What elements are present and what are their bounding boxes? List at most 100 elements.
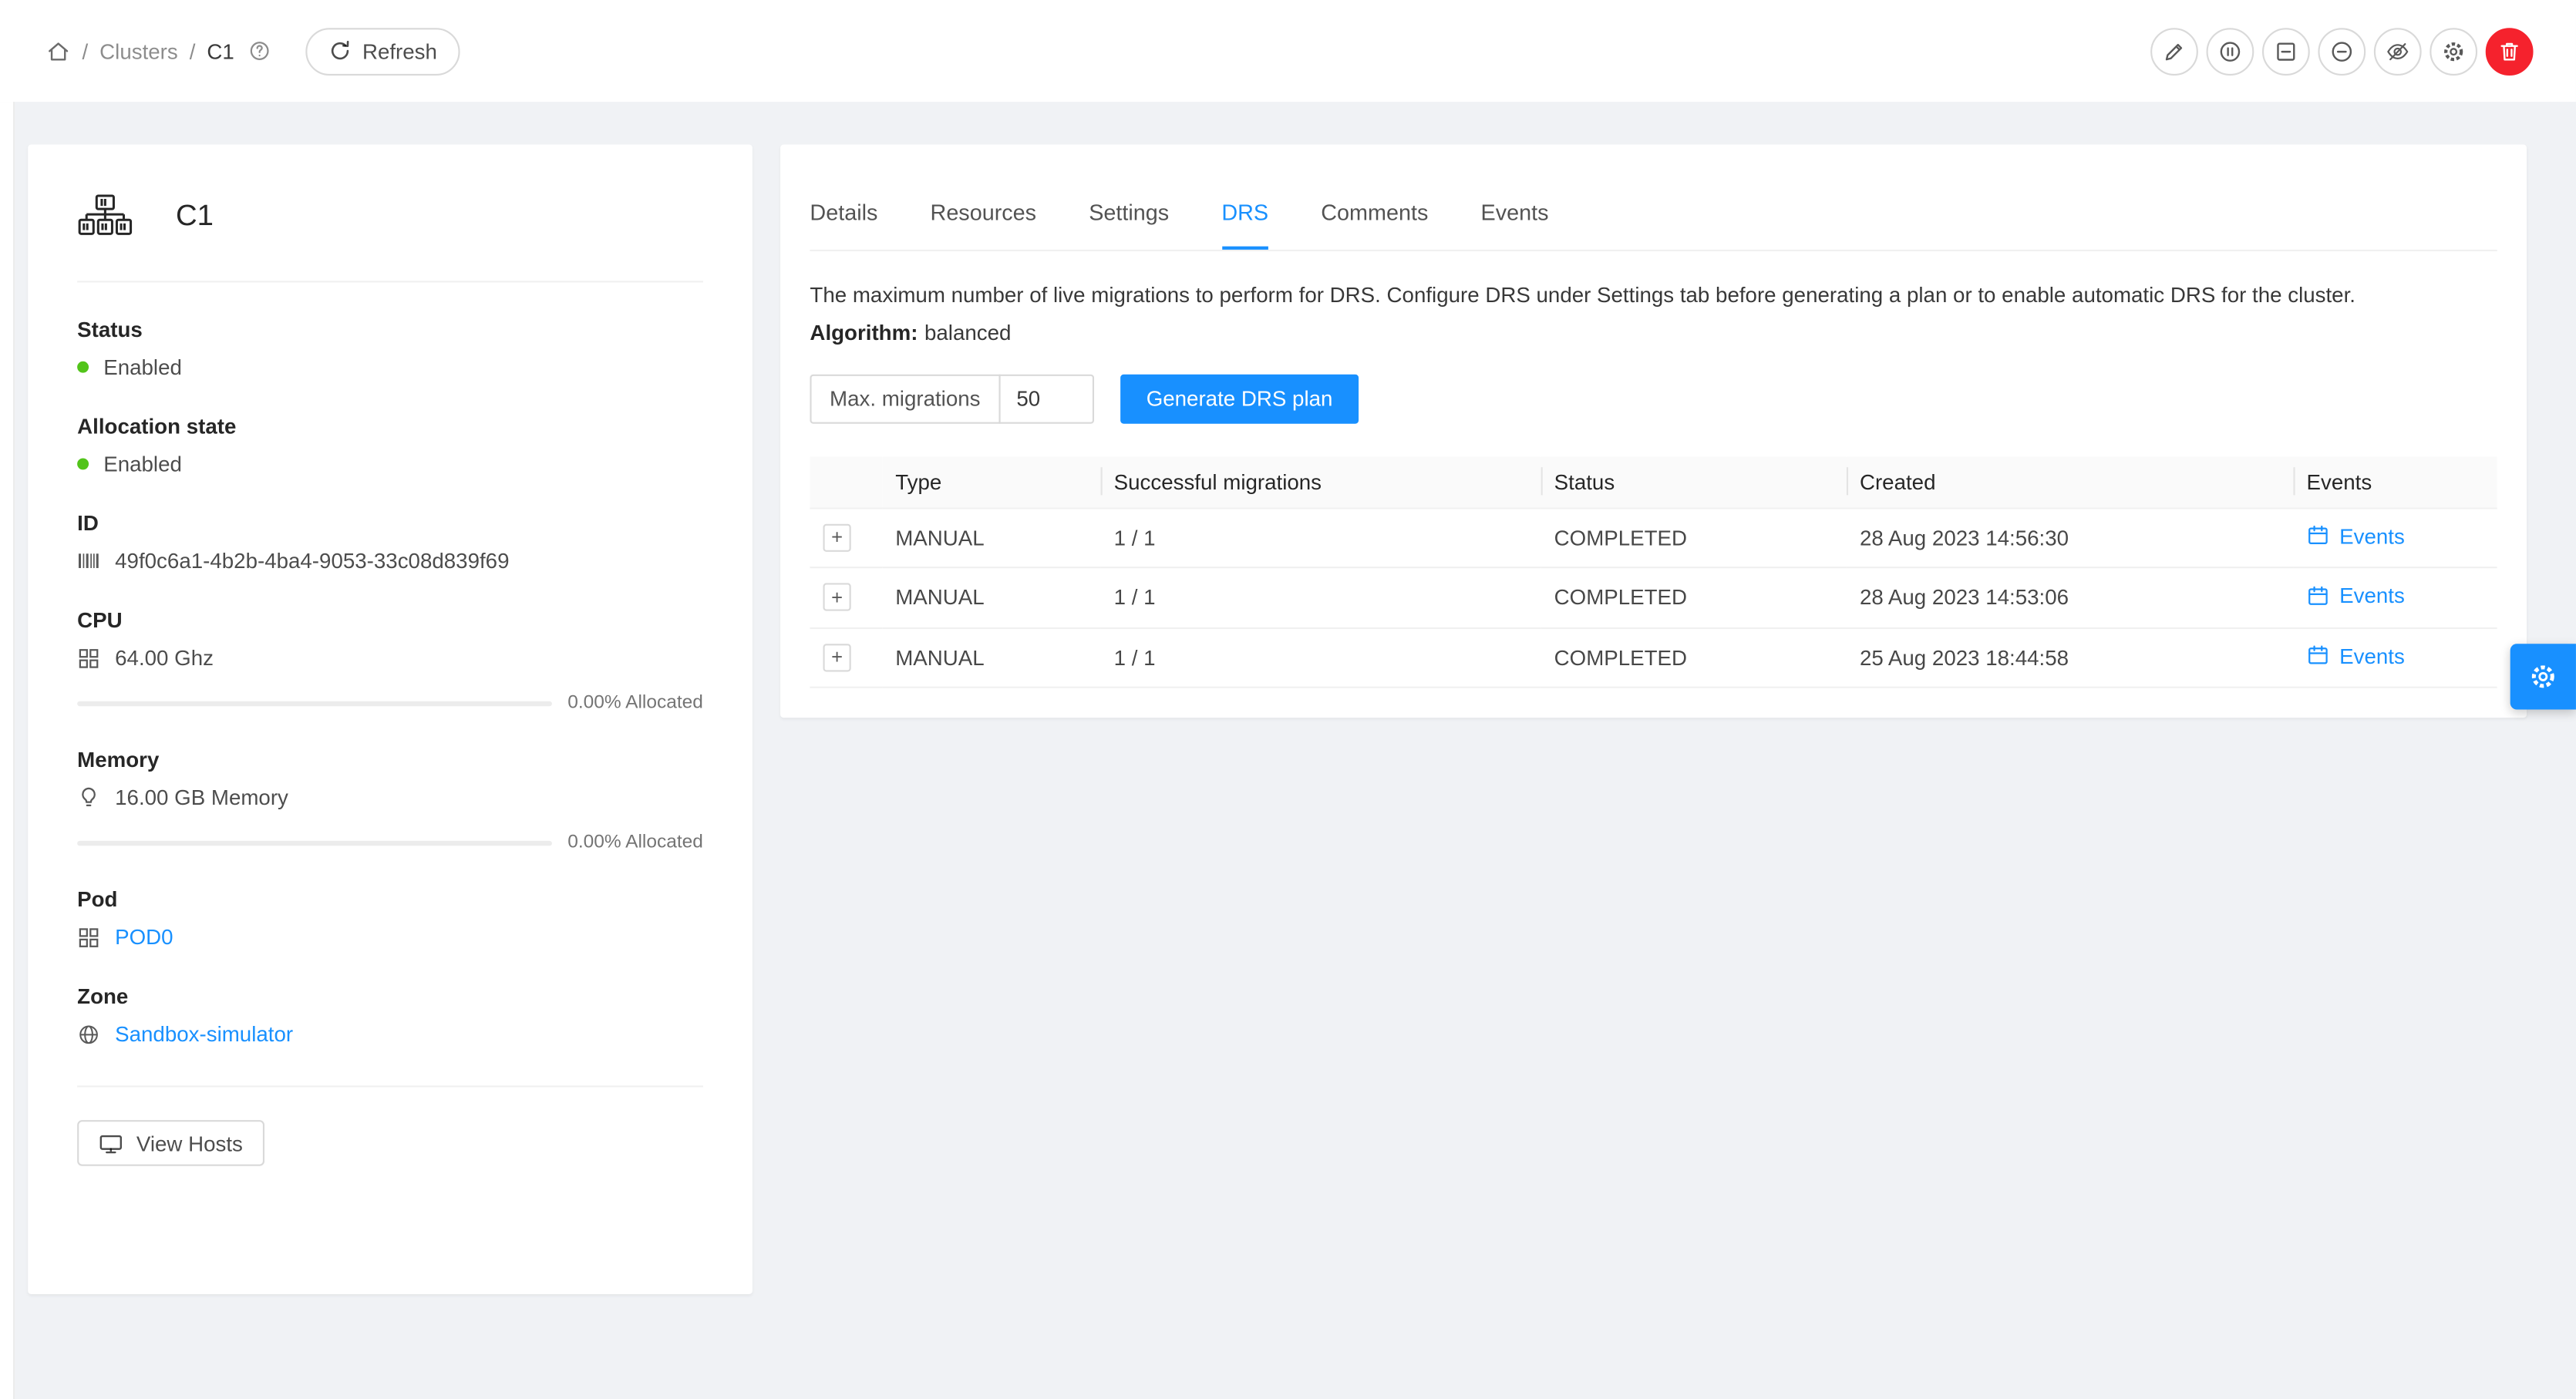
row-events-link[interactable]: Events [2307,523,2405,548]
header-successful-migrations: Successful migrations [1101,456,1541,507]
home-icon[interactable] [46,39,71,63]
id-label: ID [77,511,703,536]
cpu-allocated-label: 0.00% Allocated [567,693,703,713]
field-id: ID 49f0c6a1-4b2b-4ba4-9053-33c08d839f69 [77,511,703,573]
reload-icon [328,39,351,62]
tab-details[interactable]: Details [810,200,877,250]
cell-migrations: 1 / 1 [1101,567,1541,627]
detail-card: Details Resources Settings DRS Comments … [780,145,2527,718]
expand-row-button[interactable]: + [823,583,850,611]
header-type: Type [882,456,1100,507]
disable-cluster-button[interactable] [2318,27,2366,75]
header-actions [2150,27,2533,75]
desktop-icon [99,1131,123,1155]
tab-events[interactable]: Events [1481,200,1549,250]
tab-comments[interactable]: Comments [1321,200,1428,250]
expand-row-button[interactable]: + [823,644,850,671]
field-allocation-state: Allocation state Enabled [77,414,703,476]
cell-type: MANUAL [882,507,1100,567]
globe-icon [77,1022,100,1045]
square-minus-icon [2274,39,2298,63]
unmanage-cluster-button[interactable] [2262,27,2310,75]
zone-label: Zone [77,984,703,1008]
generate-drs-plan-button[interactable]: Generate DRS plan [1120,374,1359,423]
events-label: Events [2339,523,2405,548]
memory-progress: 0.00% Allocated [77,832,703,853]
cluster-info-card: C1 Status Enabled Allocation state Enabl… [28,145,753,1294]
breadcrumb-clusters-link[interactable]: Clusters [99,39,178,63]
drs-algorithm: Algorithm:balanced [810,319,2497,344]
header-created: Created [1847,456,2294,507]
header-events: Events [2293,456,2497,507]
tab-resources[interactable]: Resources [931,200,1036,250]
settings-button[interactable] [2430,27,2477,75]
events-label: Events [2339,583,2405,607]
field-cpu: CPU 64.00 Ghz 0.00% Allocated [77,607,703,712]
help-icon[interactable] [247,39,271,62]
memory-value: 16.00 GB Memory [115,785,288,809]
cell-status: COMPLETED [1541,507,1847,567]
expand-row-button[interactable]: + [823,523,850,551]
cpu-progress-track [77,701,551,705]
sidebar-edge [0,102,15,1399]
pause-cluster-button[interactable] [2207,27,2254,75]
divider [77,281,703,282]
breadcrumb: / Clusters / C1 Refresh [46,27,460,75]
max-migrations-label: Max. migrations [810,374,1000,423]
refresh-button[interactable]: Refresh [305,27,460,75]
cpu-progress: 0.00% Allocated [77,693,703,713]
status-label: Status [77,317,703,341]
field-memory: Memory 16.00 GB Memory 0.00% Allocated [77,747,703,852]
refresh-label: Refresh [362,39,437,63]
cell-created: 28 Aug 2023 14:56:30 [1847,507,2294,567]
floating-settings-button[interactable] [2510,644,2576,709]
field-zone: Zone Sandbox-simulator [77,984,703,1046]
cpu-value: 64.00 Ghz [115,645,214,670]
field-pod: Pod POD0 [77,887,703,950]
drs-tab-content: The maximum number of live migrations to… [810,279,2497,688]
cell-status: COMPLETED [1541,567,1847,627]
minus-circle-icon [2329,39,2354,63]
pod-link[interactable]: POD0 [115,925,173,950]
trash-icon [2497,39,2522,63]
table-row: + MANUAL 1 / 1 COMPLETED 25 Aug 2023 18:… [810,627,2497,688]
allocation-value: Enabled [103,452,182,476]
top-header: / Clusters / C1 Refresh [0,0,2576,102]
eye-invisible-button[interactable] [2374,27,2422,75]
row-events-link[interactable]: Events [2307,643,2405,668]
memory-label: Memory [77,747,703,772]
status-dot [77,362,89,373]
zone-value-row: Sandbox-simulator [77,1021,703,1046]
drs-form: Max. migrations Generate DRS plan [810,374,2497,423]
status-value-row: Enabled [77,355,703,379]
tab-settings[interactable]: Settings [1089,200,1169,250]
row-events-link[interactable]: Events [2307,583,2405,607]
tab-drs[interactable]: DRS [1221,200,1268,250]
barcode-icon [77,550,100,572]
allocation-value-row: Enabled [77,452,703,476]
cluster-icon [77,193,133,238]
view-hosts-button[interactable]: View Hosts [77,1120,264,1166]
drs-description: The maximum number of live migrations to… [810,279,2497,311]
algorithm-value: balanced [924,319,1011,344]
table-row: + MANUAL 1 / 1 COMPLETED 28 Aug 2023 14:… [810,567,2497,627]
delete-button[interactable] [2486,27,2534,75]
allocation-label: Allocation state [77,414,703,439]
cpu-label: CPU [77,607,703,632]
edit-button[interactable] [2150,27,2198,75]
max-migrations-input[interactable] [998,374,1094,423]
breadcrumb-current-item: C1 [207,39,234,63]
grid-icon [77,646,100,669]
memory-allocated-label: 0.00% Allocated [567,832,703,853]
table-header-row: Type Successful migrations Status Create… [810,456,2497,507]
events-label: Events [2339,643,2405,668]
status-value: Enabled [103,355,182,379]
cpu-value-row: 64.00 Ghz [77,645,703,670]
calendar-icon [2307,524,2330,547]
memory-value-row: 16.00 GB Memory [77,785,703,809]
pod-label: Pod [77,887,703,912]
cell-status: COMPLETED [1541,627,1847,688]
breadcrumb-separator: / [82,39,89,63]
zone-link[interactable]: Sandbox-simulator [115,1021,293,1046]
id-value-row: 49f0c6a1-4b2b-4ba4-9053-33c08d839f69 [77,549,703,573]
